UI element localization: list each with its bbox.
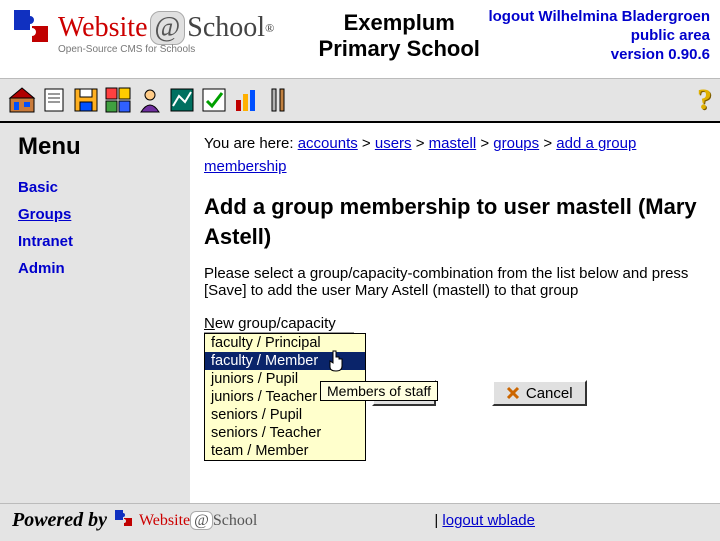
option-faculty-member[interactable]: faculty / Member xyxy=(205,352,365,370)
home-icon[interactable] xyxy=(8,86,36,114)
sidebar-item-groups[interactable]: Groups xyxy=(18,206,190,223)
main-panel: You are here: accounts > users > mastell… xyxy=(190,123,720,503)
stats-icon[interactable] xyxy=(168,86,196,114)
footer-logout-link[interactable]: logout wblade xyxy=(442,512,535,529)
public-area-link[interactable]: public area xyxy=(488,27,710,46)
option-seniors-pupil[interactable]: seniors / Pupil xyxy=(205,406,365,424)
tools-icon[interactable] xyxy=(264,86,292,114)
field-accesskey: N xyxy=(204,315,215,332)
field-label-rest: ew group/capacity xyxy=(215,315,336,332)
modules-icon[interactable] xyxy=(104,86,132,114)
cancel-button-label: Cancel xyxy=(526,385,573,402)
crumb-mastell[interactable]: mastell xyxy=(429,135,477,152)
powered-by-label: Powered by xyxy=(12,509,107,532)
crumb-sep: > xyxy=(362,135,371,152)
page-icon[interactable] xyxy=(40,86,68,114)
sidebar-title: Menu xyxy=(18,133,190,161)
logo-reg: ® xyxy=(265,21,274,36)
sidebar-item-admin[interactable]: Admin xyxy=(18,260,190,277)
cancel-icon xyxy=(506,386,520,400)
option-faculty-principal[interactable]: faculty / Principal xyxy=(205,334,365,352)
toolbar: ? xyxy=(0,78,720,123)
puzzle-icon xyxy=(10,6,54,50)
logo-text-gray: School xyxy=(187,12,265,44)
option-seniors-teacher[interactable]: seniors / Teacher xyxy=(205,424,365,442)
logo-text-red: Website xyxy=(58,12,148,44)
sidebar: Menu Basic Groups Intranet Admin xyxy=(0,123,190,503)
logo-subtitle: Open-Source CMS for Schools xyxy=(58,44,310,55)
crumb-sep: > xyxy=(543,135,552,152)
check-icon[interactable] xyxy=(200,86,228,114)
instruction-text: Please select a group/capacity-combinati… xyxy=(204,265,702,299)
footer-puzzle-icon xyxy=(113,508,135,533)
users-icon[interactable] xyxy=(136,86,164,114)
footer-logo-red: Website xyxy=(139,512,190,529)
footer-logo-at: @ xyxy=(190,511,213,530)
breadcrumb: You are here: accounts > users > mastell… xyxy=(204,133,702,178)
sidebar-item-basic[interactable]: Basic xyxy=(18,179,190,196)
crumb-sep: > xyxy=(480,135,489,152)
version-label: version 0.90.6 xyxy=(488,46,710,65)
sidebar-item-intranet[interactable]: Intranet xyxy=(18,233,190,250)
logo-text-at: @ xyxy=(150,11,186,45)
footer: Powered by Website@School | logout wblad… xyxy=(0,503,720,541)
footer-logo-gray: School xyxy=(213,512,257,529)
save-icon[interactable] xyxy=(72,86,100,114)
site-title-line1: Exemplum xyxy=(310,10,488,36)
logout-link[interactable]: logout Wilhelmina Bladergroen xyxy=(488,8,710,27)
crumb-groups[interactable]: groups xyxy=(493,135,539,152)
tooltip: Members of staff xyxy=(320,381,438,401)
footer-logo: Website@School xyxy=(139,512,257,530)
help-icon[interactable]: ? xyxy=(697,83,712,117)
cancel-button[interactable]: Cancel xyxy=(492,380,587,406)
breadcrumb-prefix: You are here: xyxy=(204,135,294,152)
crumb-sep: > xyxy=(416,135,425,152)
option-team-member[interactable]: team / Member xyxy=(205,442,365,460)
crumb-users[interactable]: users xyxy=(375,135,412,152)
site-title-line2: Primary School xyxy=(310,36,488,62)
field-label: New group/capacity xyxy=(204,315,702,332)
site-title: Exemplum Primary School xyxy=(310,6,488,62)
crumb-accounts[interactable]: accounts xyxy=(298,135,358,152)
chart-icon[interactable] xyxy=(232,86,260,114)
page-title: Add a group membership to user mastell (… xyxy=(204,192,702,251)
